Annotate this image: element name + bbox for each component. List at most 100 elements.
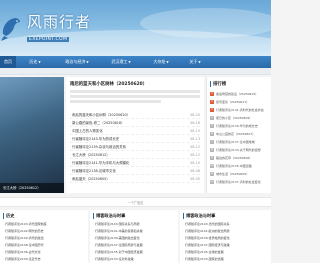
ranking-item[interactable]: 4 夏日的小区（20250609） [210, 114, 270, 122]
ranking-item[interactable]: 2 街景变化（20250617） [210, 98, 270, 106]
list-item[interactable]: ·行者随评论2139-美国的政治变化 [93, 235, 143, 242]
list-item[interactable]: ·行者随评论2136-古代文化 [3, 249, 47, 256]
list-item[interactable]: ·行者随评论2142-明代的历史 [3, 228, 47, 235]
list-item-text: 行者随评论2135-全球的发展 [184, 250, 224, 254]
rank-number: 3 [210, 108, 214, 112]
nav-item-home[interactable]: 首页 [0, 56, 16, 68]
news-title: 行者随评论2141-华为手机与大规模化 [72, 161, 130, 165]
ranking-item-text: 行者随评论2133-关于明代的思想 [216, 148, 261, 152]
site-domain: EXEPOINT.COM [27, 37, 70, 42]
list-item[interactable]: ·行者随评论2139-世界格局的变化 [183, 235, 230, 242]
list-item[interactable]: ·行者随评论2134-论近代史 [3, 256, 47, 263]
list-item[interactable]: ·行者随评论2135-对于中国经济发展 [93, 249, 143, 256]
ranking-item[interactable]: 9 路边的花草（20250606） [210, 154, 270, 162]
ranking-item[interactable]: 11 城市生活（20250605） [210, 170, 270, 178]
list-item-text: 行者随评论2140-清代的政治 [4, 236, 44, 240]
dolphin-logo-icon[interactable] [0, 14, 22, 42]
rank-number: 10 [210, 164, 214, 168]
list-item[interactable]: ·行者随评论2138-论城市文化 06-08 [70, 167, 200, 175]
news-date: 06-12 [190, 153, 200, 157]
news-date: 06-05 [190, 177, 200, 181]
slider-caption[interactable]: 长江大桥（20250612） [0, 183, 64, 193]
image-slider[interactable]: 长江大桥（20250612） [0, 77, 64, 193]
list-item[interactable]: ·行者随评论2141-华为手机与大规模化 06-10 [70, 159, 200, 167]
list-item[interactable]: ·行者随评论2137-论国际局势与发展 [93, 242, 143, 249]
news-date: 06-10 [190, 161, 200, 165]
rank-number: 12 [210, 180, 214, 184]
list-item[interactable]: ·长江大桥（20250612） 06-12 [70, 151, 200, 159]
ranking-panel: 排行榜 1 奥运场馆的建设（20250619） 2 街景变化（20250617） 3… [206, 77, 271, 193]
featured-panel: 雨后的蓝天和小区树林（20250620） ·雨后的蓝天和小区树林（2025062… [66, 77, 204, 193]
news-title: 雨后的蓝天和小区树林（20250620） [72, 113, 131, 117]
list-item[interactable]: ·新公路的景色-修二（20250618） 06-18 [70, 119, 200, 127]
nav-item-about[interactable]: 关于▼ [180, 56, 210, 68]
column-politics: 博客政治与时事 ·行者随评论2143-国际关系与局势 ·行者随评论2141-中美… [90, 210, 178, 263]
ranking-list: 1 奥运场馆的建设（20250619） 2 街景变化（20250617） 3 行者随评… [210, 90, 270, 186]
nav-item-label: 武汉理工 [111, 59, 128, 64]
column-title[interactable]: 博客政治与时事 [183, 213, 215, 219]
ranking-item[interactable]: 7 行者随评论2137-论中国地域 [210, 138, 270, 146]
ranking-item[interactable]: 10 行者随评论2135-中国道路 [210, 162, 270, 170]
news-title: 雨后蓝天（20250605） [72, 177, 110, 181]
list-item-text: 行者随评论2137-国际经济与政策 [184, 243, 230, 247]
list-item[interactable]: ·雨后的蓝天和小区树林（20250620） 06-20 [70, 111, 200, 119]
list-item[interactable]: ·行者随评论2140-清代的政治 [3, 235, 47, 242]
nav-item-label: 首页 [4, 59, 12, 64]
nav-item-label: 关于 [189, 59, 198, 64]
list-item[interactable]: ·中国上古的人物变化 06-15 [70, 127, 200, 135]
list-item[interactable]: ·行者随评论2137-国际经济与政策 [183, 242, 230, 249]
sub-bar [0, 68, 271, 75]
news-date: 06-18 [190, 121, 200, 125]
column-list: ·行者随评论2143-清代国家制度 ·行者随评论2142-明代的历史 ·行者随评… [3, 221, 47, 263]
column-title[interactable]: 历史 [3, 213, 14, 219]
list-item[interactable]: ·行者随评论2133-国家的治理 [183, 256, 230, 263]
nav-item-miscellany[interactable]: 大杂烩▼ [142, 56, 180, 68]
ranking-item[interactable]: 1 奥运场馆的建设（20250619） [210, 90, 270, 98]
list-item[interactable]: ·行者随评论2143-当代的国际关系 [183, 221, 230, 228]
nav-item-history[interactable]: 历史▼ [16, 56, 54, 68]
ad-banner[interactable]: 一个广告位 [0, 197, 271, 207]
list-item-text: 行者随评论2138-论中国历代 [4, 243, 44, 247]
list-item[interactable]: ·行者随评论2138-论中国历代 [3, 242, 47, 249]
list-item-text: 行者随评论2143-国际关系与局势 [94, 222, 140, 226]
ranking-item[interactable]: 3 行者随评论2141-清时代的社会状态 [210, 106, 270, 114]
list-item-text: 行者随评论2142-明代的历史 [4, 229, 44, 233]
ranking-item-text: 行者随评论2139-华为的成长史 [216, 124, 258, 128]
list-item-text: 行者随评论2137-论国际局势与发展 [94, 243, 143, 247]
list-item-text: 行者随评论2141-中美的贸易和关税 [94, 229, 143, 233]
list-item[interactable]: ·行者随评论2143-华为的成长史 06-13 [70, 135, 200, 143]
featured-headline[interactable]: 雨后的蓝天和小区树林（20250620） [70, 81, 147, 87]
news-title: 新公路的景色-修二（20250618） [72, 121, 125, 125]
list-item[interactable]: ·行者随评论2133-论对外政策 [93, 256, 143, 263]
news-date: 06-13 [190, 137, 200, 141]
rank-number: 9 [210, 156, 214, 160]
column-title[interactable]: 博客政治与时事 [93, 213, 125, 219]
slider-photo[interactable] [0, 77, 64, 193]
nav-item-label: 政治与经济 [65, 59, 86, 64]
list-item-text: 行者随评论2143-清代国家制度 [4, 222, 47, 226]
list-item[interactable]: ·雨后蓝天（20250605） 06-05 [70, 175, 200, 183]
news-date: 06-15 [190, 129, 200, 133]
news-title: 中国上古的人物变化 [72, 129, 103, 133]
list-item-text: 行者随评论2143-当代的国际关系 [184, 222, 230, 226]
list-item[interactable]: ·行者随评论2143-清代国家制度 [3, 221, 47, 228]
ranking-item[interactable]: 5 行者随评论2139-华为的成长史 [210, 122, 270, 130]
ranking-item[interactable]: 6 中山公园的花（20250607） [210, 130, 270, 138]
nav-item-politics-economy[interactable]: 政治与经济▼ [54, 56, 100, 68]
site-title[interactable]: 风雨行者 [27, 11, 91, 32]
ranking-item-text: 路边的花草（20250606） [216, 156, 253, 160]
nav-item-wuhan-tech[interactable]: 武汉理工▼ [100, 56, 142, 68]
chevron-down-icon: ▼ [198, 60, 201, 64]
ranking-item-text: 行者随评论2135-中国道路 [216, 164, 252, 168]
list-item[interactable]: ·行者随评论2139-杂谈与政治的关系 06-12 [70, 143, 200, 151]
list-item-text: 行者随评论2141-欧洲的政治局势 [184, 229, 230, 233]
list-item[interactable]: ·行者随评论2141-中美的贸易和关税 [93, 228, 143, 235]
list-item-text: 行者随评论2134-论近代史 [4, 257, 41, 261]
ranking-item[interactable]: 8 行者随评论2133-关于明代的思想 [210, 146, 270, 154]
ranking-item[interactable]: 12 行者随评论2137-清时的社会变化 [210, 178, 270, 186]
list-item[interactable]: ·行者随评论2141-欧洲的政治局势 [183, 228, 230, 235]
news-date: 06-20 [190, 113, 200, 117]
news-date: 06-08 [190, 169, 200, 173]
list-item[interactable]: ·行者随评论2135-全球的发展 [183, 249, 230, 256]
list-item[interactable]: ·行者随评论2143-国际关系与局势 [93, 221, 143, 228]
